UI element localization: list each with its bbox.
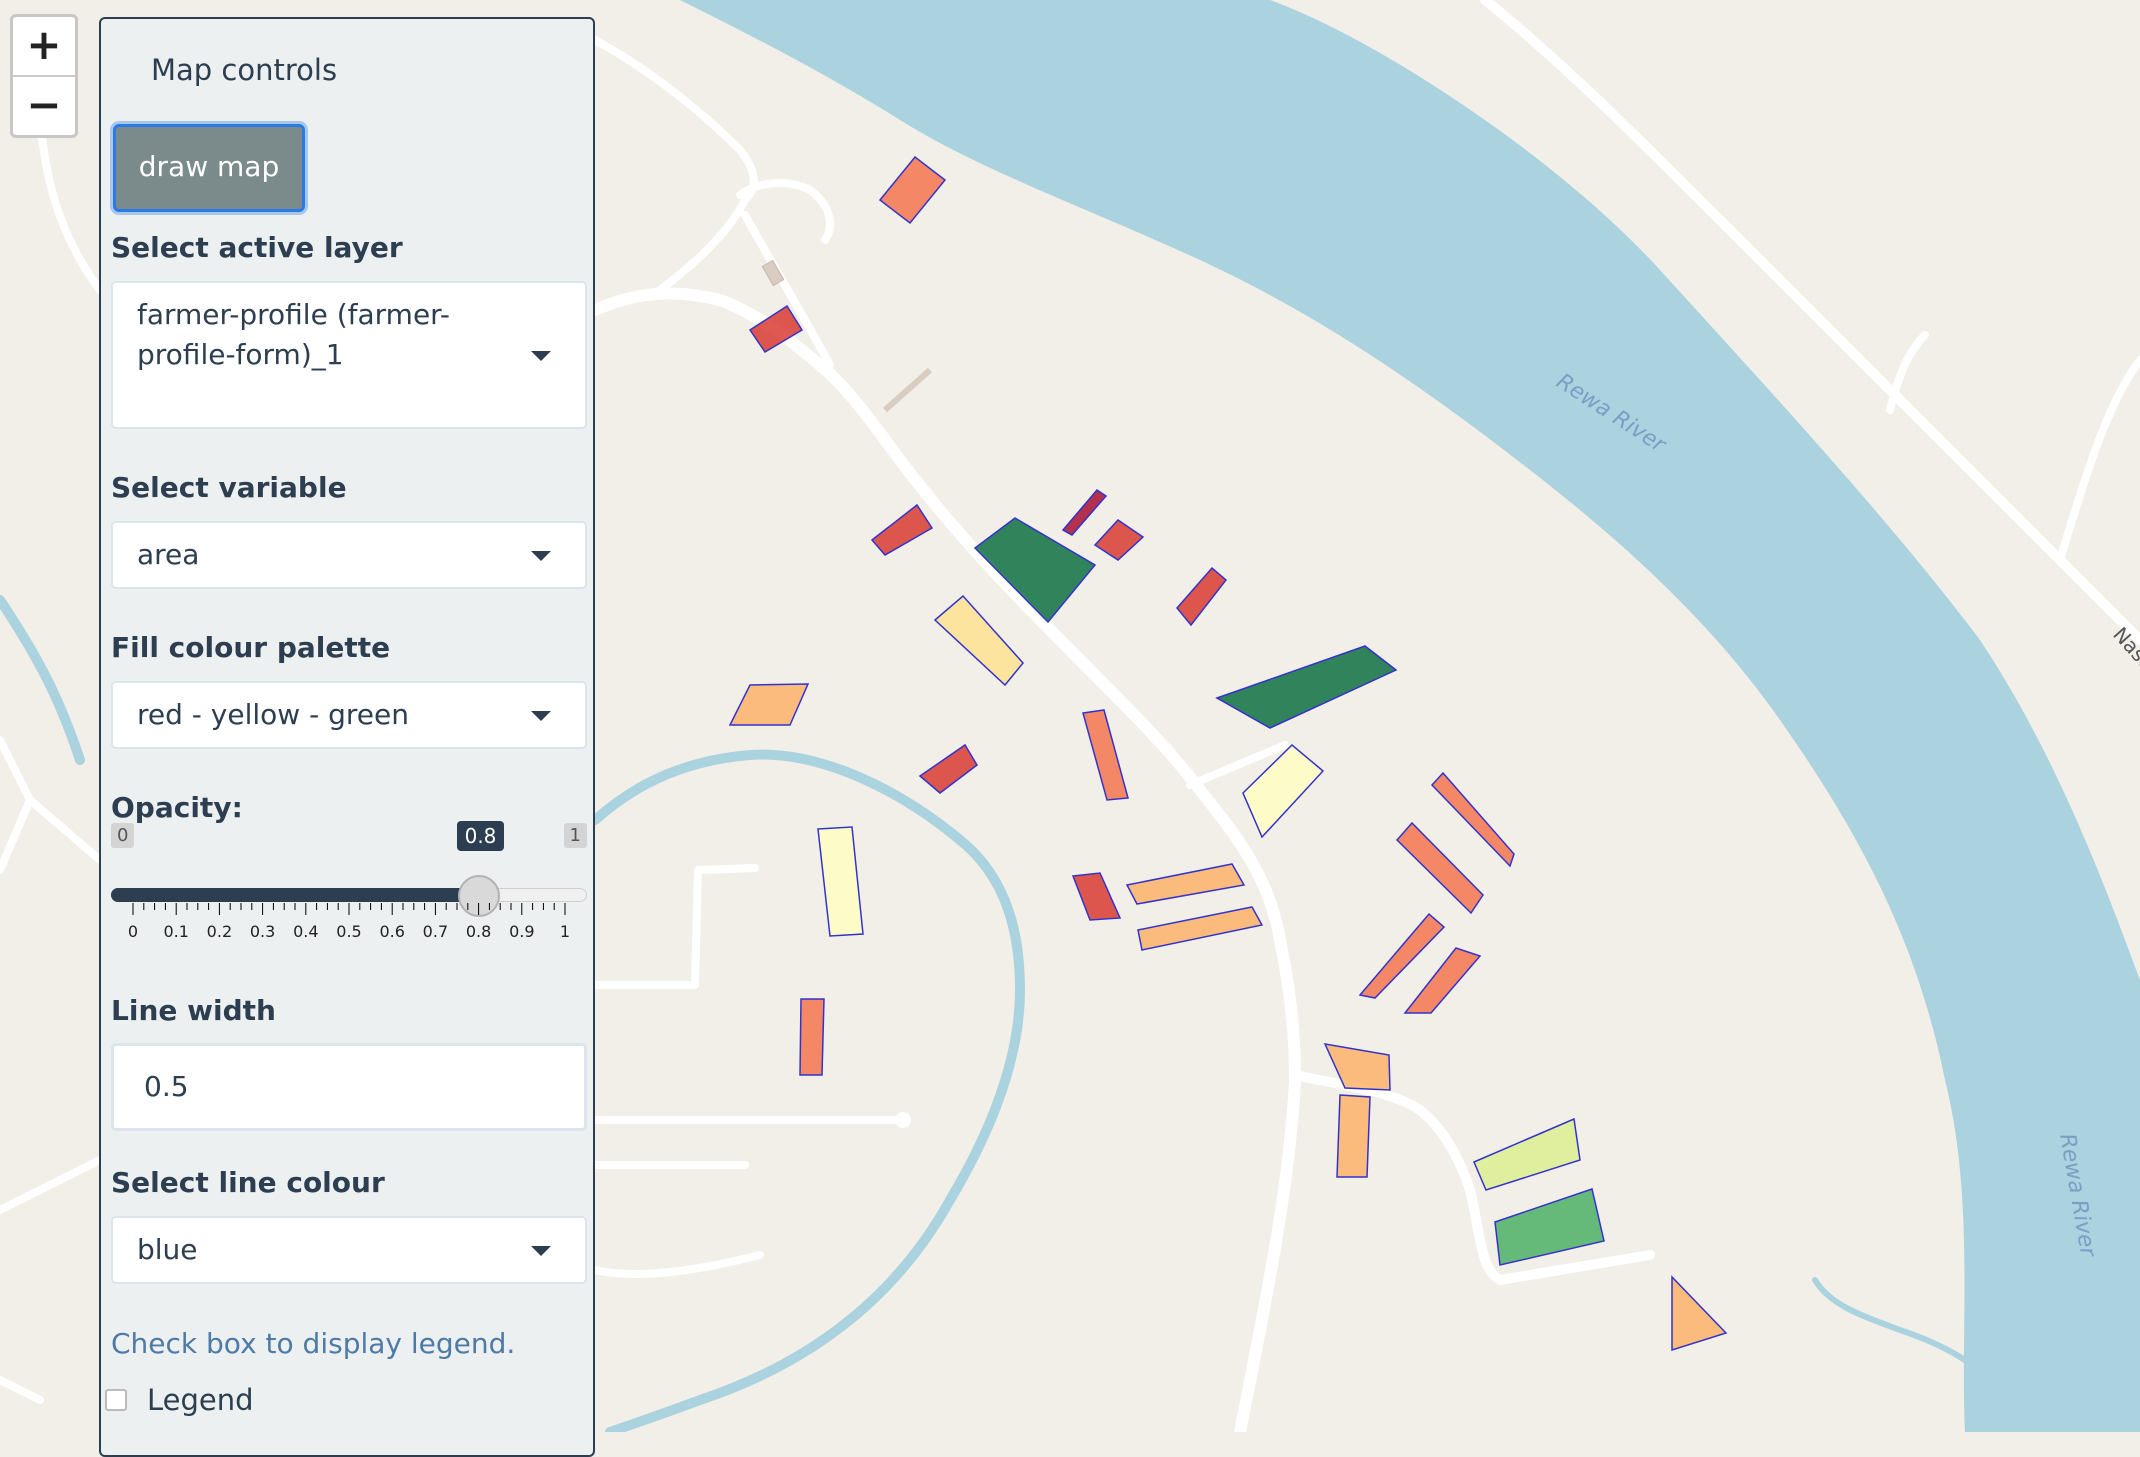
zoom-control: + − xyxy=(10,14,78,138)
line-colour-select-value: blue xyxy=(137,1233,198,1266)
legend-checkbox-label: Legend xyxy=(147,1383,254,1417)
layer-select[interactable]: farmer-profile (farmer-profile-form)_1 xyxy=(111,281,587,429)
palette-select[interactable]: red - yellow - green xyxy=(111,681,587,749)
slider-tick-label: 0.8 xyxy=(466,922,491,941)
panel-title: Map controls xyxy=(151,53,338,87)
zoom-out-button[interactable]: − xyxy=(13,75,75,135)
slider-max-label: 1 xyxy=(563,823,587,848)
variable-select[interactable]: area xyxy=(111,521,587,589)
chevron-down-icon xyxy=(531,711,551,721)
zoom-in-button[interactable]: + xyxy=(13,17,75,75)
chevron-down-icon xyxy=(531,1246,551,1256)
opacity-label: Opacity: xyxy=(111,791,243,824)
slider-tick-label: 0.4 xyxy=(293,922,318,941)
palette-label: Fill colour palette xyxy=(111,631,391,664)
farm-plot[interactable] xyxy=(1336,1094,1371,1178)
slider-min-label: 0 xyxy=(111,823,135,848)
layer-select-value: farmer-profile (farmer-profile-form)_1 xyxy=(137,298,450,371)
line-width-input[interactable]: 0.5 xyxy=(111,1043,587,1131)
variable-select-value: area xyxy=(137,538,200,571)
opacity-slider[interactable]: 0 1 0.8 0 0.1 0.2 0.3 0.4 0.5 0.6 0.7 0.8 0.9 1 xyxy=(111,821,587,963)
slider-tick-label: 0.9 xyxy=(509,922,534,941)
line-colour-select[interactable]: blue xyxy=(111,1216,587,1284)
draw-map-button[interactable]: draw map xyxy=(113,124,305,212)
slider-value-label: 0.8 xyxy=(456,821,505,851)
legend-checkbox-row[interactable]: Legend xyxy=(105,1381,254,1417)
slider-tick-label: 0 xyxy=(128,922,138,941)
slider-tick-label: 0.5 xyxy=(336,922,361,941)
road-end xyxy=(895,1112,911,1128)
slider-tick-label: 1 xyxy=(560,922,570,941)
variable-label: Select variable xyxy=(111,471,347,504)
line-colour-label: Select line colour xyxy=(111,1166,385,1199)
line-width-label: Line width xyxy=(111,994,276,1027)
layer-label: Select active layer xyxy=(111,231,403,264)
slider-ticks: 0 0.1 0.2 0.3 0.4 0.5 0.6 0.7 0.8 0.9 1 xyxy=(128,903,570,941)
slider-tick-label: 0.2 xyxy=(207,922,232,941)
chevron-down-icon xyxy=(531,351,551,361)
palette-select-value: red - yellow - green xyxy=(137,698,409,731)
slider-tick-label: 0.7 xyxy=(423,922,448,941)
slider-tick-label: 0.1 xyxy=(163,922,188,941)
slider-tick-label: 0.6 xyxy=(379,922,404,941)
slider-tick-label: 0.3 xyxy=(250,922,275,941)
map-controls-panel: Map controls draw map Select active laye… xyxy=(99,17,595,1457)
farm-plot[interactable] xyxy=(799,998,825,1076)
slider-fill xyxy=(111,888,479,902)
chevron-down-icon xyxy=(531,551,551,561)
legend-hint: Check box to display legend. xyxy=(111,1327,516,1360)
legend-checkbox[interactable] xyxy=(105,1389,127,1411)
